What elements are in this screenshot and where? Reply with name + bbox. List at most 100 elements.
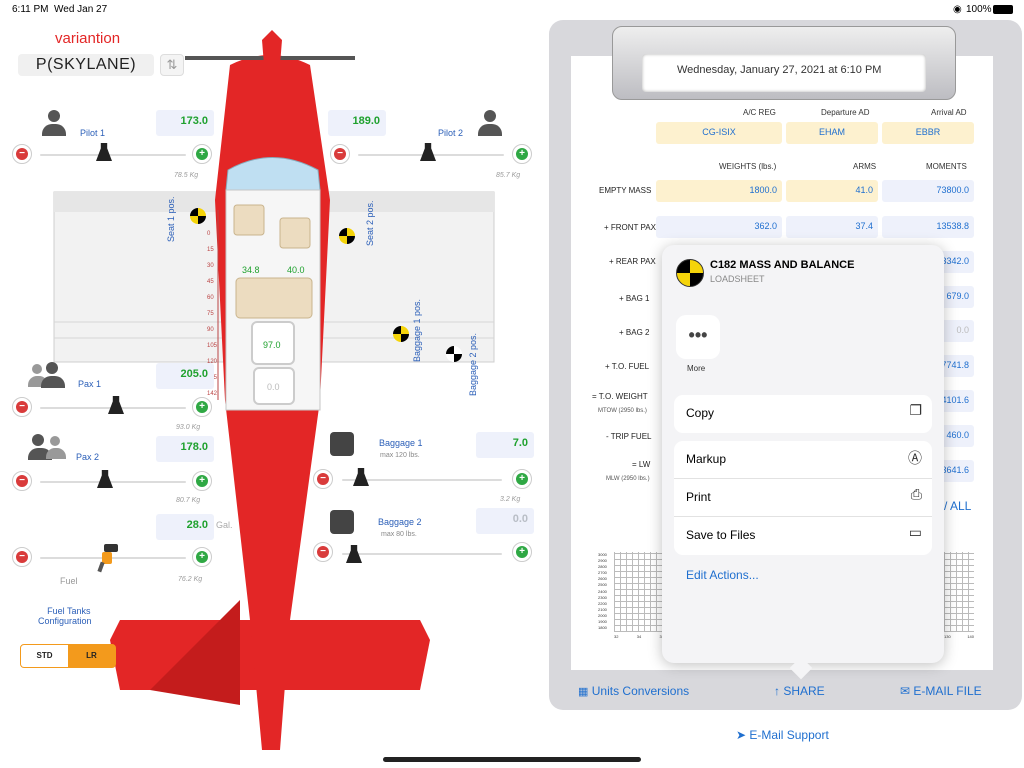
lr-segment[interactable]: LR <box>68 645 115 667</box>
pilot2-kg: 85.7 Kg <box>496 172 521 179</box>
dep-cell[interactable]: EHAM <box>786 122 878 144</box>
hdr-arms: ARMS <box>853 162 877 171</box>
baggage1-value[interactable]: 7.0 <box>476 432 534 458</box>
row-sublabel: MTOW (2950 lbs.) <box>598 408 647 414</box>
fuel-minus-button[interactable]: − <box>12 547 32 567</box>
grid-icon: ▦ <box>578 686 589 698</box>
bag2-plane-value: 0.0 <box>267 382 280 392</box>
pilot1-person-icon <box>42 110 66 136</box>
baggage2-pos-label: Baggage 2 pos. <box>468 332 478 396</box>
paper-plane-icon: ➤ <box>736 728 747 742</box>
all-link[interactable]: / ALL <box>944 499 971 513</box>
pax1-label: Pax 1 <box>78 379 102 389</box>
pilot1-plus-button[interactable]: + <box>192 144 212 164</box>
frontpax-moment-cell: 13538.8 <box>882 216 974 238</box>
fuel-nozzle-icon[interactable] <box>96 544 120 574</box>
edit-actions-link[interactable]: Edit Actions... <box>686 568 759 582</box>
arr-cell[interactable]: EBBR <box>882 122 974 144</box>
hdr-dep: Departure AD <box>821 108 870 117</box>
baggage1-pos-label: Baggage 1 pos. <box>412 298 422 362</box>
envelope-icon: ✉ <box>900 684 911 698</box>
seat2-pos-label: Seat 2 pos. <box>365 200 375 246</box>
baggage1-icon <box>330 432 354 456</box>
baggage1-kg: 3.2 Kg <box>500 496 521 503</box>
markup-action[interactable]: Markup Ⓐ <box>674 441 932 479</box>
pax2-kg: 80.7 Kg <box>176 497 201 504</box>
pax2-slider[interactable] <box>40 481 186 483</box>
baggage2-value[interactable]: 0.0 <box>476 508 534 534</box>
cg-chart-x-axis: 323436 <box>614 634 664 639</box>
share-title: C182 MASS AND BALANCE <box>710 259 855 271</box>
cg-envelope-chart <box>614 552 664 632</box>
seat1-pos-label: Seat 1 pos. <box>166 196 176 242</box>
fuel-unit: Gal. <box>216 520 233 530</box>
seat1-cg-marker[interactable] <box>190 208 206 224</box>
hdr-moments: MOMENTS <box>926 162 967 171</box>
baggage2-icon <box>330 510 354 534</box>
email-support-button[interactable]: ➤ E-Mail Support <box>736 728 829 742</box>
cg-chart-y-axis: 3000 2900 2800 2700 2600 2500 2400 2300 2200 2100… <box>598 552 607 631</box>
row-label: = LW <box>632 460 651 469</box>
reg-cell[interactable]: CG-ISIX <box>656 122 782 144</box>
pilot1-label: Pilot 1 <box>80 128 106 138</box>
baggage2-minus-button[interactable]: − <box>313 542 333 562</box>
empty-moment-cell: 73800.0 <box>882 180 974 202</box>
email-file-button[interactable]: ✉ E-MAIL FILE <box>900 684 982 698</box>
save-files-action[interactable]: Save to Files ▭ <box>674 517 932 555</box>
baggage1-minus-button[interactable]: − <box>313 469 333 489</box>
fuel-plus-button[interactable]: + <box>192 547 212 567</box>
arm-right-value: 40.0 <box>287 265 305 275</box>
pax2-value[interactable]: 178.0 <box>156 436 214 462</box>
pax2-people-icon <box>28 434 68 460</box>
fuel-value[interactable]: 28.0 <box>156 514 214 540</box>
more-icon[interactable]: ••• <box>676 315 720 359</box>
printer-icon: ⎙ <box>910 486 922 502</box>
baggage1-plus-button[interactable]: + <box>512 469 532 489</box>
pilot2-label: Pilot 2 <box>438 128 464 138</box>
moment-envelope-chart <box>944 552 974 632</box>
seat2-cg-marker[interactable] <box>339 228 355 244</box>
home-indicator <box>383 757 641 762</box>
pilot1-kg: 78.5 Kg <box>174 172 199 179</box>
pilot1-slider[interactable] <box>40 154 186 156</box>
pilot2-plus-button[interactable]: + <box>512 144 532 164</box>
pilot1-value[interactable]: 173.0 <box>156 110 214 136</box>
std-segment[interactable]: STD <box>21 645 68 667</box>
fuel-kg: 76.2 Kg <box>178 576 203 583</box>
hdr-weights: WEIGHTS (lbs.) <box>719 162 777 171</box>
pilot2-person-icon <box>478 110 502 136</box>
copy-action[interactable]: Copy ❐ <box>674 395 932 433</box>
pilot1-minus-button[interactable]: − <box>12 144 32 164</box>
copy-icon: ❐ <box>909 402 922 418</box>
baggage2-cg-marker[interactable] <box>446 346 462 362</box>
baggage1-label: Baggage 1 <box>379 438 423 448</box>
baggage1-cg-marker[interactable] <box>393 326 409 342</box>
share-button[interactable]: ↑ SHARE <box>774 684 825 698</box>
row-label: EMPTY MASS <box>599 186 652 195</box>
row-label: + T.O. FUEL <box>605 362 650 371</box>
baggage1-sub: max 120 lbs. <box>380 452 420 459</box>
pax2-label: Pax 2 <box>76 452 100 462</box>
row-label: + REAR PAX <box>609 257 656 266</box>
baggage2-plus-button[interactable]: + <box>512 542 532 562</box>
share-icon: ↑ <box>774 684 780 698</box>
baggage2-slider[interactable] <box>342 553 502 555</box>
print-action[interactable]: Print ⎙ <box>674 479 932 517</box>
fuel-tanks-toggle[interactable]: STD LR <box>20 644 116 668</box>
row-label: + BAG 2 <box>619 328 650 337</box>
pilot2-minus-button[interactable]: − <box>330 144 350 164</box>
empty-arm-cell[interactable]: 41.0 <box>786 180 878 202</box>
empty-weight-cell[interactable]: 1800.0 <box>656 180 782 202</box>
hdr-reg: A/C REG <box>743 108 776 117</box>
frontpax-weight-cell: 362.0 <box>656 216 782 238</box>
pax1-minus-button[interactable]: − <box>12 397 32 417</box>
units-conversions-button[interactable]: ▦ Units Conversions <box>578 684 689 698</box>
baggage2-sub: max 80 lbs. <box>381 531 417 538</box>
pax1-value[interactable]: 205.0 <box>156 363 214 389</box>
app-icon <box>676 259 704 287</box>
pilot2-value[interactable]: 189.0 <box>328 110 386 136</box>
pax1-plus-button[interactable]: + <box>192 397 212 417</box>
row-label: + FRONT PAX <box>604 223 656 232</box>
pax2-plus-button[interactable]: + <box>192 471 212 491</box>
pax2-minus-button[interactable]: − <box>12 471 32 491</box>
